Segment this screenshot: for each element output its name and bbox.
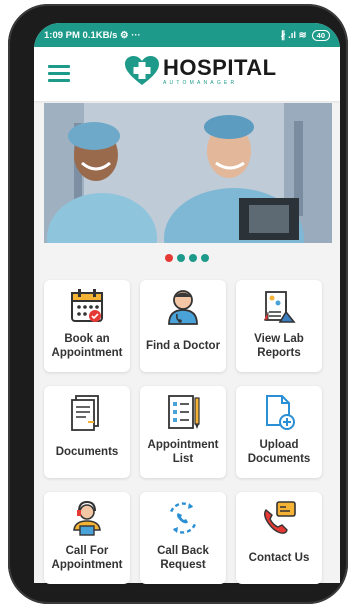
tile-label: Find a Doctor	[145, 340, 221, 352]
heart-cross-icon	[125, 56, 159, 85]
tile-label: View Lab Reports	[254, 333, 304, 359]
contact-phone-icon	[264, 501, 296, 534]
app-bar: HOSPITAL AUTOMANAGER	[34, 47, 340, 101]
tile-find-doctor[interactable]: Find a Doctor	[140, 280, 226, 372]
carousel-indicator	[34, 254, 340, 262]
tile-label: Call For Appointment	[51, 545, 123, 571]
status-extra-icons: ⚙ ···	[120, 29, 141, 41]
logo-title: HOSPITAL	[163, 54, 277, 80]
tile-label: Call Back Request	[157, 545, 209, 571]
status-time: 1:09 PM	[44, 29, 80, 41]
carousel-dot-4[interactable]	[201, 254, 209, 262]
tile-contact-us[interactable]: Contact Us	[236, 492, 322, 584]
menu-icon[interactable]	[48, 65, 70, 82]
callback-icon	[169, 502, 197, 534]
app-logo: HOSPITAL AUTOMANAGER	[124, 55, 277, 87]
upload-file-icon	[266, 395, 295, 430]
tile-documents[interactable]: Documents	[44, 386, 130, 478]
documents-icon	[71, 395, 99, 431]
tile-label: Book an Appointment	[51, 333, 123, 359]
doctor-icon	[168, 290, 198, 325]
carousel-dot-3[interactable]	[189, 254, 197, 262]
call-agent-icon	[73, 500, 101, 536]
tile-label: Appointment List	[147, 439, 219, 465]
lab-icon	[264, 291, 296, 323]
tile-label: Documents	[55, 446, 119, 458]
services-grid: Book an Appointment Find a Doctor View L…	[44, 280, 328, 584]
carousel-dot-1[interactable]	[165, 254, 173, 262]
signal-icon: ∦ .ıl ≋	[280, 29, 307, 41]
tile-call-back-request[interactable]: Call Back Request	[140, 492, 226, 584]
battery-icon: 40	[311, 29, 330, 41]
banner-carousel-image[interactable]	[44, 103, 332, 243]
tile-upload-documents[interactable]: Upload Documents	[236, 386, 322, 478]
checklist-icon	[168, 395, 200, 429]
status-speed: 0.1KB/s	[82, 29, 118, 41]
tile-label: Upload Documents	[247, 439, 311, 465]
carousel-dot-2[interactable]	[177, 254, 185, 262]
tile-book-appointment[interactable]: Book an Appointment	[44, 280, 130, 372]
tile-appointment-list[interactable]: Appointment List	[140, 386, 226, 478]
phone-frame: 1:09 PM 0.1KB/s ⚙ ··· ∦ .ıl ≋ 40 HOSPITA…	[8, 4, 348, 604]
calendar-icon	[71, 289, 103, 322]
tile-label: Contact Us	[248, 552, 310, 564]
tile-view-lab-reports[interactable]: View Lab Reports	[236, 280, 322, 372]
logo-subtitle: AUTOMANAGER	[163, 79, 238, 86]
tile-call-for-appointment[interactable]: Call For Appointment	[44, 492, 130, 584]
doctors-photo-illustration	[44, 103, 332, 243]
status-bar: 1:09 PM 0.1KB/s ⚙ ··· ∦ .ıl ≋ 40	[34, 23, 340, 47]
